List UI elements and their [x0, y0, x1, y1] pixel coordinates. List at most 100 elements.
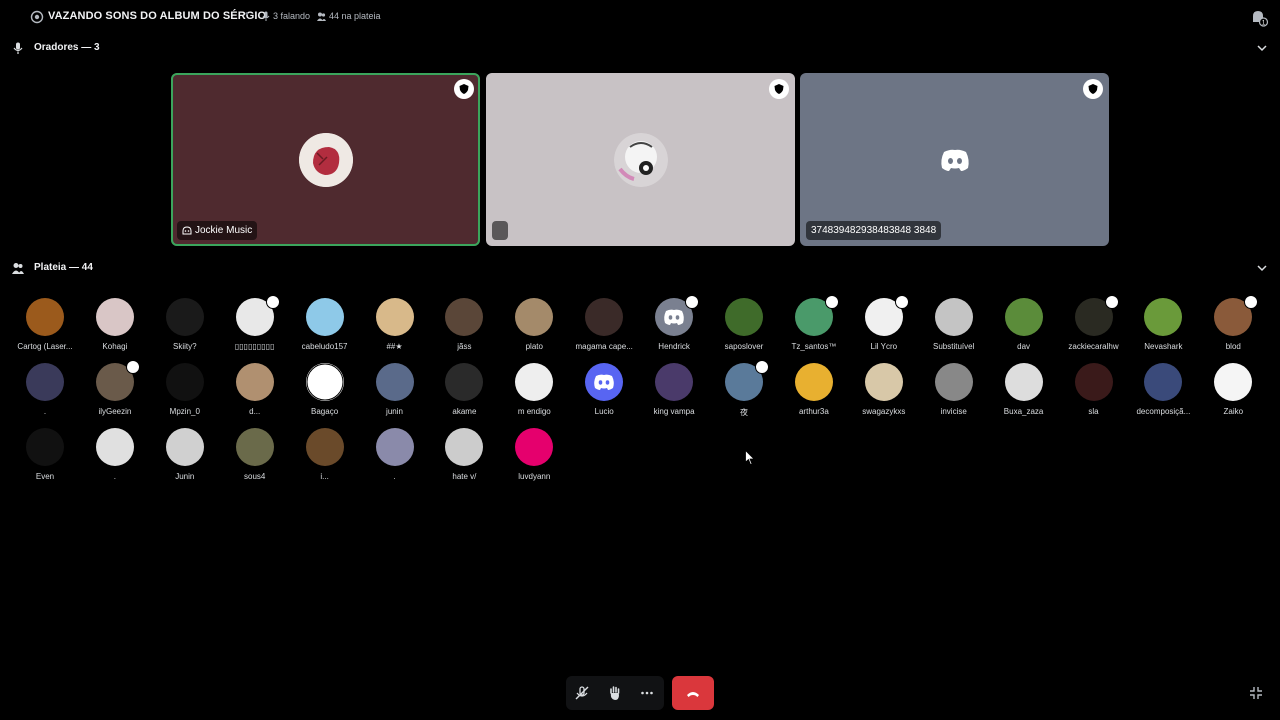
audience-member-name: Mpzin_0 — [169, 407, 200, 416]
audience-member-name: akame — [452, 407, 477, 416]
audience-member[interactable]: Kohagi — [80, 298, 150, 351]
exit-fullscreen-icon[interactable] — [1248, 685, 1264, 701]
audience-member[interactable]: ▯▯▯▯▯▯▯▯▯ — [220, 295, 290, 351]
chevron-down-icon[interactable] — [1256, 42, 1268, 54]
audience-member-name: cabeludo157 — [301, 342, 348, 351]
more-icon[interactable] — [638, 684, 656, 702]
avatar — [794, 363, 833, 401]
avatar — [864, 363, 903, 401]
audience-member[interactable]: d... — [220, 363, 290, 416]
audience-member[interactable]: sous4 — [220, 428, 290, 481]
audience-member[interactable]: junin — [360, 363, 430, 416]
audience-section-label: Plateia — 44 — [34, 262, 93, 273]
audience-member[interactable]: akame — [429, 363, 499, 416]
moderator-badge-icon — [824, 295, 839, 309]
audience-member-name: blod — [1225, 342, 1241, 351]
speaking-count: 3 falando — [262, 11, 310, 21]
audience-member[interactable]: sla — [1059, 363, 1129, 416]
speaker-tile[interactable]: 374839482938483848 3848 — [800, 73, 1109, 246]
audience-member[interactable]: magama cape... — [569, 298, 639, 351]
call-controls — [566, 676, 718, 710]
leave-call-icon — [687, 692, 699, 697]
audience-member[interactable]: ilyGeezin — [80, 360, 150, 416]
avatar — [26, 298, 64, 336]
speakers-section-header[interactable]: Oradores — 3 — [0, 39, 1280, 59]
audience-member[interactable]: . — [10, 363, 80, 416]
leave-call-button[interactable] — [672, 676, 714, 710]
avatar — [375, 298, 414, 336]
audience-member[interactable]: Hendrick — [639, 295, 709, 351]
audience-member[interactable]: ##★ — [360, 298, 430, 351]
profile-pic-text-avatar — [306, 363, 344, 401]
audience-member-name: invicise — [940, 407, 967, 416]
audience-member[interactable]: arthur3a — [779, 363, 849, 416]
speaking-count-label: 3 falando — [273, 11, 311, 21]
audience-member[interactable]: Mpzin_0 — [150, 363, 220, 416]
audience-member[interactable]: hate v/ — [429, 428, 499, 481]
moderator-badge-icon — [1104, 295, 1119, 309]
audience-member-name: magama cape... — [575, 342, 633, 351]
avatar — [165, 428, 204, 466]
inbox-icon[interactable]: 1 — [1249, 8, 1269, 28]
audience-member[interactable]: Cartog (Laser... — [10, 298, 80, 351]
audience-member[interactable]: Bagaço — [290, 363, 360, 416]
audience-member[interactable]: invicise — [919, 363, 989, 416]
audience-member-name: Kohagi — [102, 342, 128, 351]
discord-logo-icon — [928, 133, 982, 187]
audience-member-name: Nevashark — [1144, 342, 1183, 351]
audience-member[interactable]: Zaiko — [1198, 363, 1268, 416]
audience-member[interactable]: decomposiçã... — [1128, 363, 1198, 416]
audience-member[interactable]: . — [360, 428, 430, 481]
audience-member[interactable]: dav — [989, 298, 1059, 351]
avatar — [165, 363, 204, 401]
speaker-name: Jockie Music — [195, 225, 253, 236]
audience-section-header[interactable]: Plateia — 44 — [0, 259, 1280, 279]
audience-member[interactable]: Skiity? — [150, 298, 220, 351]
avatar — [445, 428, 484, 466]
audience-member[interactable]: king vampa — [639, 363, 709, 416]
audience-member[interactable]: Nevashark — [1128, 298, 1198, 351]
audience-member-name: Buxa_zaza — [1003, 407, 1044, 416]
audience-member[interactable]: blod — [1198, 295, 1268, 351]
audience-member[interactable]: swagazykxs — [849, 363, 919, 416]
audience-member-name: Junin — [175, 472, 195, 481]
chevron-down-icon[interactable] — [1256, 262, 1268, 274]
audience-member-name: d... — [249, 407, 261, 416]
audience-member-name: i... — [320, 472, 329, 481]
audience-member-name: hate v/ — [452, 472, 477, 481]
mic-muted-icon[interactable] — [573, 684, 591, 702]
audience-member[interactable]: luvdyann — [499, 428, 569, 481]
moderator-badge-icon — [125, 360, 140, 374]
speaker-avatar — [614, 133, 668, 187]
audience-member[interactable]: plato — [499, 298, 569, 351]
audience-member-name: 夜 — [740, 408, 748, 417]
avatar — [1074, 363, 1113, 401]
avatar — [515, 428, 554, 466]
audience-member[interactable]: cabeludo157 — [290, 298, 360, 351]
audience-member[interactable]: Lucio — [569, 363, 639, 416]
audience-member[interactable]: 夜 — [709, 360, 779, 418]
audience-member[interactable]: Tz_santos™ — [779, 295, 849, 351]
audience-member[interactable]: Substituível — [919, 298, 989, 351]
avatar — [585, 363, 624, 401]
audience-member[interactable]: zackiecaralhw — [1059, 295, 1129, 351]
audience-member-name: Hendrick — [658, 342, 690, 351]
audience-member[interactable]: m endigo — [499, 363, 569, 416]
audience-member[interactable]: saposlover — [709, 298, 779, 351]
moderator-badge-icon — [685, 295, 700, 309]
audience-member[interactable]: jãss — [429, 298, 499, 351]
raise-hand-icon[interactable] — [606, 684, 624, 702]
bot-icon — [182, 225, 192, 234]
avatar — [515, 363, 554, 401]
audience-member[interactable]: Lil Ycro — [849, 295, 919, 351]
audience-member-name: ilyGeezin — [98, 407, 132, 416]
audience-member[interactable]: i... — [290, 428, 360, 481]
audience-member[interactable]: Even — [10, 428, 80, 481]
moderator-shield-icon — [769, 79, 789, 99]
audience-member[interactable]: . — [80, 428, 150, 481]
audience-member[interactable]: Buxa_zaza — [989, 363, 1059, 416]
speaker-tile[interactable]: Jockie Music — [171, 73, 480, 246]
audience-member-name: . — [113, 472, 116, 481]
audience-member[interactable]: Junin — [150, 428, 220, 481]
speaker-tile[interactable] — [486, 73, 795, 246]
